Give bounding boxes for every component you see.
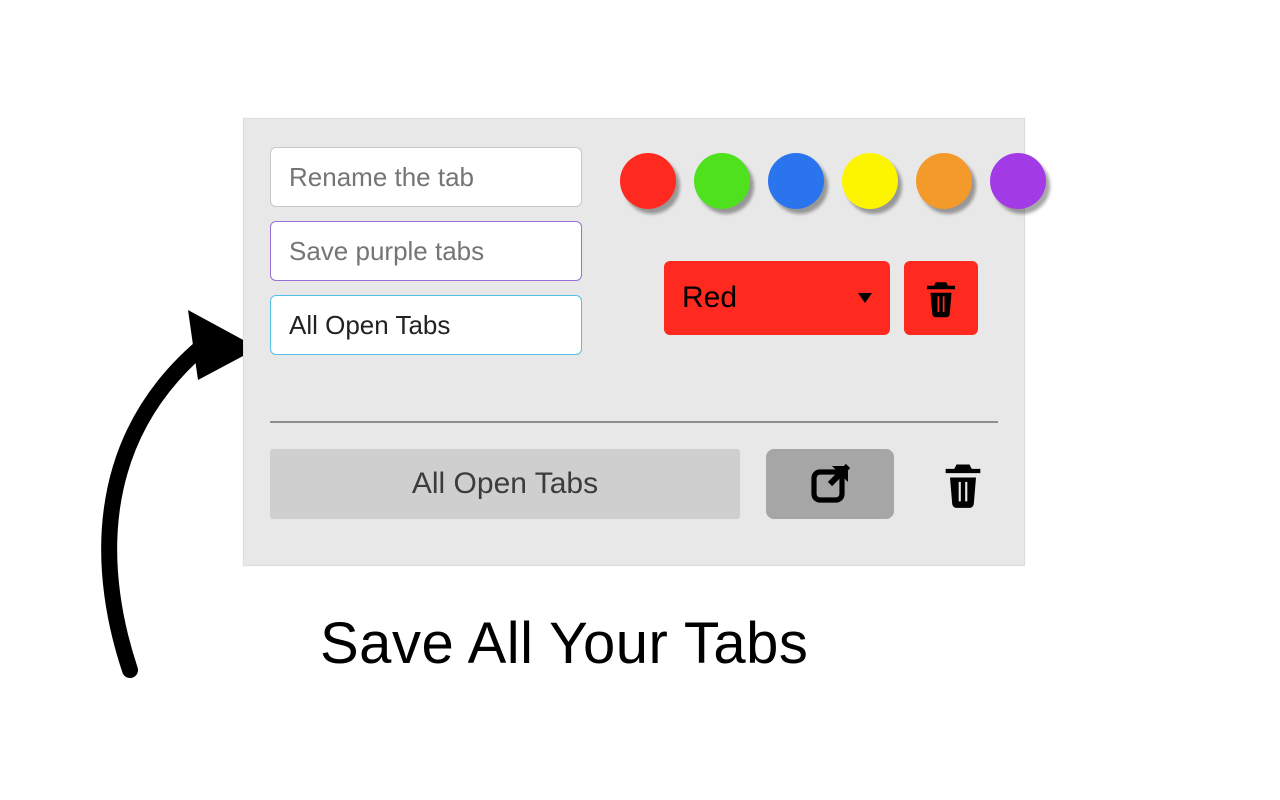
all-open-tabs-button-label: All Open Tabs	[412, 467, 598, 501]
delete-color-tabs-button[interactable]	[904, 261, 978, 335]
open-tabs-button[interactable]	[766, 449, 894, 519]
color-swatch-green[interactable]	[694, 153, 750, 209]
chevron-down-icon	[858, 293, 872, 303]
color-select-label: Red	[682, 281, 737, 315]
color-select[interactable]: Red	[664, 261, 890, 335]
delete-group-button[interactable]	[928, 449, 998, 519]
trash-icon	[937, 458, 989, 510]
trash-icon	[920, 277, 962, 319]
all-open-tabs-input[interactable]	[270, 295, 582, 355]
color-swatch-orange[interactable]	[916, 153, 972, 209]
color-swatch-purple[interactable]	[990, 153, 1046, 209]
popup-panel: Red All Open Tabs	[243, 118, 1025, 566]
rename-tab-input[interactable]	[270, 147, 582, 207]
caption-text: Save All Your Tabs	[320, 610, 1140, 677]
color-swatch-yellow[interactable]	[842, 153, 898, 209]
save-tabs-input[interactable]	[270, 221, 582, 281]
divider	[270, 421, 998, 423]
all-open-tabs-button[interactable]: All Open Tabs	[270, 449, 740, 519]
open-external-icon	[806, 460, 854, 508]
color-swatch-blue[interactable]	[768, 153, 824, 209]
color-swatch-red[interactable]	[620, 153, 676, 209]
